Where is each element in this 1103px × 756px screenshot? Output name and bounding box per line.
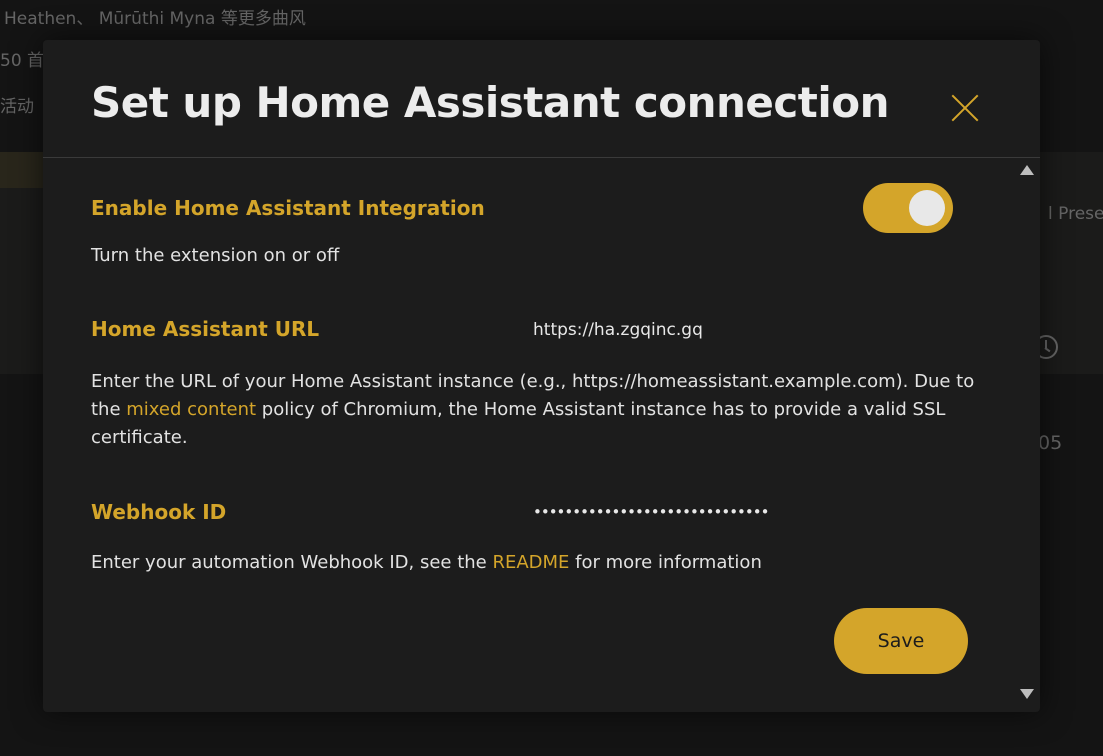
url-description: Enter the URL of your Home Assistant ins… <box>91 368 981 452</box>
url-label: Home Assistant URL <box>91 317 320 341</box>
url-input[interactable]: https://ha.zgqinc.gq <box>533 320 703 340</box>
webhook-input[interactable]: •••••••••••••••••••••••••••••• <box>533 503 769 521</box>
dialog-content: Enable Home Assistant Integration Turn t… <box>43 159 1040 712</box>
enable-integration-label: Enable Home Assistant Integration <box>91 196 485 220</box>
webhook-label: Webhook ID <box>91 500 227 524</box>
webhook-description: Enter your automation Webhook ID, see th… <box>91 549 981 577</box>
readme-link[interactable]: README <box>492 552 569 573</box>
scroll-down-icon[interactable] <box>1020 689 1034 699</box>
enable-integration-description: Turn the extension on or off <box>91 245 340 266</box>
toggle-knob <box>909 190 945 226</box>
mixed-content-link[interactable]: mixed content <box>126 399 256 420</box>
dialog-header: Set up Home Assistant connection <box>43 40 1040 158</box>
settings-dialog: Set up Home Assistant connection Enable … <box>43 40 1040 712</box>
scroll-up-icon[interactable] <box>1020 165 1034 175</box>
webhook-description-text: Enter your automation Webhook ID, see th… <box>91 552 493 573</box>
save-button[interactable]: Save <box>834 608 968 674</box>
enable-integration-toggle[interactable] <box>863 183 953 233</box>
dialog-title: Set up Home Assistant connection <box>91 78 889 127</box>
webhook-description-text-2: for more information <box>569 552 762 573</box>
close-icon[interactable] <box>949 92 981 124</box>
